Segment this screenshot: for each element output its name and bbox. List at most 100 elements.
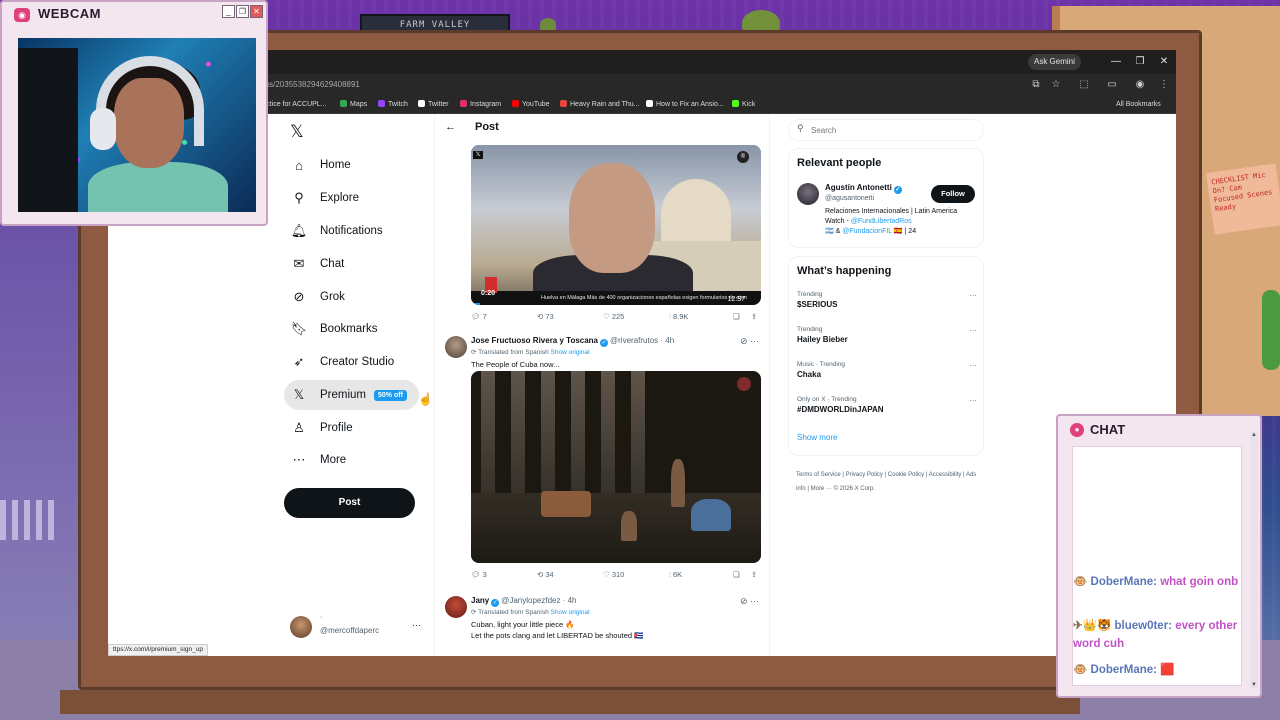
nav-premium[interactable]: 𝕏 Premium 50% off: [284, 380, 419, 410]
share-icon[interactable]: ⇪: [751, 570, 757, 579]
tweet[interactable]: Jany ✓ @Janylopezfdez · 4h ⊘ ··· ⟳ Transla…: [445, 596, 765, 646]
profile-icon[interactable]: ◉: [1132, 77, 1148, 93]
trend-item[interactable]: Trending $SERIOUS ···: [797, 291, 977, 309]
more-icon[interactable]: ···: [969, 396, 977, 405]
nav-grok[interactable]: ⊘ Grok: [284, 282, 357, 312]
tweet-photo[interactable]: [471, 371, 761, 563]
reply-button[interactable]: 💬︎ 7: [471, 312, 487, 321]
minimize-icon[interactable]: —: [1108, 54, 1124, 70]
ask-gemini-button[interactable]: Ask Gemini: [1028, 54, 1081, 70]
tweet-text: Cuban, light your little piece 🔥: [471, 620, 575, 629]
more-icon[interactable]: ···: [969, 291, 977, 300]
show-more-link[interactable]: Show more: [797, 433, 837, 442]
views-button[interactable]: ⫶ 6K: [669, 570, 682, 580]
repost-button[interactable]: ⟲ 34: [537, 570, 554, 579]
bookmark-item[interactable]: YouTube: [512, 99, 550, 111]
nav-bookmarks[interactable]: 🔖︎ Bookmarks: [284, 314, 390, 344]
bio-link[interactable]: @FundacionFIL: [842, 228, 892, 235]
nav-more[interactable]: ⋯ More: [284, 445, 358, 475]
translation-note: ⟳ Translated from Spanish Show original: [471, 609, 590, 616]
address-bar[interactable]: atus/2035538294629408891 ⧉ ☆ ⬚ ▭ ◉ ⋮: [108, 74, 1176, 96]
monitor-chin: [60, 690, 1080, 714]
bookmark-item[interactable]: How to Fix an Ansio...: [646, 99, 724, 111]
twitch-icon: [378, 100, 385, 107]
extensions-icon[interactable]: ⬚: [1076, 77, 1092, 93]
grok-icon[interactable]: ⊘ ···: [740, 596, 759, 607]
channel-logo-icon: ®: [737, 151, 749, 163]
x-logo-icon[interactable]: 𝕏: [290, 122, 304, 142]
nav-profile[interactable]: ♙ Profile: [284, 413, 365, 443]
views-button[interactable]: ⫶ 8.9K: [669, 312, 688, 322]
more-icon[interactable]: ···: [969, 326, 977, 335]
person-handle[interactable]: @agusantonetti: [825, 195, 874, 202]
bookmark-icon[interactable]: ❏: [733, 570, 740, 579]
install-icon[interactable]: ⧉: [1028, 77, 1044, 93]
chevron-up-icon: ▲: [1251, 432, 1257, 438]
bookmark-item[interactable]: Maps: [340, 99, 367, 111]
avatar[interactable]: [797, 183, 819, 205]
show-original-link[interactable]: Show original: [551, 349, 590, 356]
person-name[interactable]: Agustín Antonetti ✓: [825, 183, 902, 194]
bookmark-item[interactable]: Twitter: [418, 99, 449, 111]
avatar[interactable]: [445, 336, 467, 358]
search-input[interactable]: [811, 124, 971, 137]
restore-icon: ❐: [236, 5, 249, 18]
video-player[interactable]: 𝕏 ® Huelva en Málaga Más de 400 organiza…: [471, 145, 761, 305]
bookmark-item[interactable]: Twitch: [378, 99, 408, 111]
post-button[interactable]: Post: [284, 488, 415, 518]
restore-icon[interactable]: ❐: [1132, 54, 1148, 70]
webcam-feed: [18, 38, 256, 212]
like-button[interactable]: ♡ 310: [603, 570, 624, 579]
bookmark-item[interactable]: Kick: [732, 99, 755, 111]
search-box[interactable]: ⚲: [788, 119, 984, 141]
back-arrow-icon[interactable]: ←: [445, 121, 456, 133]
bookmark-item[interactable]: Instagram: [460, 99, 501, 111]
bookmark-item[interactable]: ractice for ACCUPL...: [260, 99, 327, 111]
tweet[interactable]: Jose Fructuoso Rivera y Toscana ✓ @riveraf…: [445, 336, 765, 370]
trend-item[interactable]: Only on X · Trending #DMDWORLDinJAPAN ···: [797, 396, 977, 414]
more-icon[interactable]: ···: [969, 361, 977, 370]
avatar[interactable]: [445, 596, 467, 618]
author-handle[interactable]: @riverafrutos · 4h: [610, 336, 674, 345]
trend-category: Trending: [797, 291, 823, 298]
nav-label: Grok: [320, 291, 345, 303]
footer-links[interactable]: Terms of Service | Privacy Policy | Cook…: [796, 468, 982, 496]
show-original-link[interactable]: Show original: [551, 609, 590, 616]
bookmark-icon[interactable]: ❏: [733, 312, 740, 321]
chat-window: ● CHAT 🐵 DoberMane: what goin onb ✈👑🐯 bl…: [1056, 414, 1262, 698]
nav-explore[interactable]: ⚲ Explore: [284, 183, 371, 213]
reply-button[interactable]: 💬︎ 3: [471, 570, 487, 579]
like-button[interactable]: ♡ 225: [603, 312, 624, 321]
card-title: Relevant people: [797, 157, 882, 169]
trend-item[interactable]: Music · Trending Chaka ···: [797, 361, 977, 379]
menu-icon[interactable]: ⋮: [1156, 77, 1172, 93]
nav-notifications[interactable]: 🔔︎ Notifications: [284, 216, 395, 246]
more-icon[interactable]: ···: [412, 620, 421, 630]
account-switcher[interactable]: · @mercoffdaperc ···: [288, 614, 428, 642]
user-badge: ✈👑🐯: [1073, 620, 1112, 632]
search-icon: ⚲: [294, 190, 304, 205]
share-icon[interactable]: ⇪: [751, 312, 757, 321]
headphone-cup: [90, 108, 116, 150]
nav-creator-studio[interactable]: ➶ Creator Studio: [284, 347, 406, 377]
video-progress[interactable]: [471, 303, 480, 305]
author-name[interactable]: Jose Fructuoso Rivera y Toscana: [471, 336, 598, 345]
close-icon[interactable]: ✕: [1156, 54, 1172, 70]
follow-button[interactable]: Follow: [931, 185, 975, 203]
bookmark-item[interactable]: Heavy Rain and Thu...: [560, 99, 640, 111]
debris-pile: [541, 491, 591, 517]
trend-item[interactable]: Trending Hailey Bieber ···: [797, 326, 977, 344]
nav-home[interactable]: ⌂ Home: [284, 150, 363, 180]
grok-icon[interactable]: ⊘ ···: [740, 336, 759, 347]
bio-link[interactable]: @FundLibertadRos: [851, 218, 912, 225]
bell-icon: 🔔︎: [290, 223, 308, 238]
author-handle[interactable]: @Janylopezfdez · 4h: [501, 596, 576, 605]
page-icon: [646, 100, 653, 107]
url-text[interactable]: atus/2035538294629408891: [258, 78, 1018, 92]
all-bookmarks[interactable]: All Bookmarks: [1116, 99, 1161, 111]
nav-chat[interactable]: ✉ Chat: [284, 249, 356, 279]
sidebar-icon[interactable]: ▭: [1104, 77, 1120, 93]
repost-button[interactable]: ⟲ 73: [537, 312, 554, 321]
author-name[interactable]: Jany: [471, 596, 489, 605]
star-icon[interactable]: ☆: [1048, 77, 1064, 93]
